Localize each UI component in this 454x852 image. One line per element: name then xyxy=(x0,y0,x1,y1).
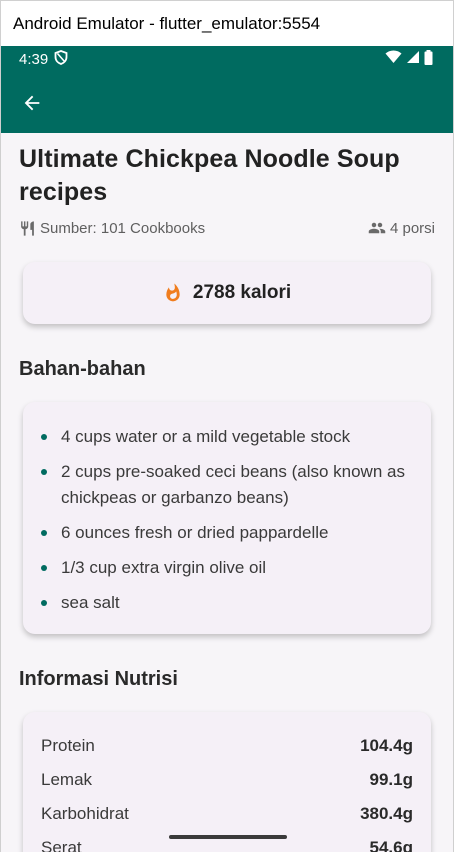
bullet-icon xyxy=(41,565,47,571)
fire-icon xyxy=(166,283,180,302)
arrow-back-icon xyxy=(24,95,40,110)
list-item: 6 ounces fresh or dried pappardelle xyxy=(41,520,413,546)
people-icon xyxy=(368,222,386,234)
nutrient-value: 99.1g xyxy=(369,770,413,789)
nutrient-value: 104.4g xyxy=(360,736,413,755)
battery-icon xyxy=(424,49,433,69)
ingredient-text: 2 cups pre-soaked ceci beans (also known… xyxy=(61,462,405,507)
status-left: 4:39 xyxy=(19,49,68,69)
home-indicator[interactable] xyxy=(169,835,287,839)
window-titlebar: Android Emulator - flutter_emulator:5554 xyxy=(0,0,454,46)
recipe-content: Ultimate Chickpea Noodle Soup recipes Su… xyxy=(1,133,453,852)
nutrition-heading: Informasi Nutrisi xyxy=(19,668,178,690)
app-frame: 4:39 Ultimate Chickpea Noodle Soup recip… xyxy=(0,46,454,852)
bullet-icon xyxy=(41,600,47,606)
calorie-card: 2788 kalori xyxy=(23,262,431,324)
ingredient-text: sea salt xyxy=(61,593,120,612)
bullet-icon xyxy=(41,530,47,536)
nutrient-label: Serat xyxy=(41,838,82,852)
ingredient-text: 1/3 cup extra virgin olive oil xyxy=(61,558,267,577)
list-item: 1/3 cup extra virgin olive oil xyxy=(41,555,413,581)
recipe-source: Sumber: 101 Cookbooks xyxy=(19,220,205,237)
signal-icon xyxy=(406,50,420,68)
ingredient-text: 6 ounces fresh or dried pappardelle xyxy=(61,523,329,542)
calorie-value: 2788 kalori xyxy=(192,282,292,303)
ingredient-text: 4 cups water or a mild vegetable stock xyxy=(61,427,351,446)
status-time: 4:39 xyxy=(19,50,49,68)
nutrient-label: Protein xyxy=(41,736,95,755)
recipe-title: Ultimate Chickpea Noodle Soup recipes xyxy=(19,145,400,206)
nutrient-label: Karbohidrat xyxy=(41,804,129,823)
recipe-servings-text: 4 porsi xyxy=(389,219,435,237)
back-button[interactable] xyxy=(21,91,45,115)
nutrient-label: Lemak xyxy=(41,770,93,789)
wifi-icon xyxy=(385,50,402,68)
nutrient-value: 380.4g xyxy=(360,804,413,823)
nutrient-value: 54.6g xyxy=(369,838,413,852)
app-bar xyxy=(1,72,453,133)
ingredients-card: 4 cups water or a mild vegetable stock 2… xyxy=(23,402,431,634)
window-title: Android Emulator - flutter_emulator:5554 xyxy=(13,13,321,33)
nutrition-card: Protein 104.4g Lemak 99.1g Karbohidrat 3… xyxy=(23,712,431,852)
table-row: Protein 104.4g xyxy=(41,734,413,758)
table-row: Karbohidrat 380.4g xyxy=(41,802,413,826)
recipe-source-text: Sumber: 101 Cookbooks xyxy=(40,219,206,237)
recipe-meta: Sumber: 101 Cookbooks 4 porsi xyxy=(19,219,435,237)
table-row: Lemak 99.1g xyxy=(41,768,413,792)
recipe-servings: 4 porsi xyxy=(368,219,435,237)
restaurant-icon xyxy=(21,220,34,236)
status-bar: 4:39 xyxy=(1,46,453,72)
bullet-icon xyxy=(41,434,47,440)
status-right xyxy=(385,49,433,69)
list-item: 2 cups pre-soaked ceci beans (also known… xyxy=(41,459,413,511)
shield-icon xyxy=(54,49,68,69)
list-item: sea salt xyxy=(41,590,413,616)
bullet-icon xyxy=(41,469,47,475)
ingredients-heading: Bahan-bahan xyxy=(19,358,146,380)
list-item: 4 cups water or a mild vegetable stock xyxy=(41,424,413,450)
